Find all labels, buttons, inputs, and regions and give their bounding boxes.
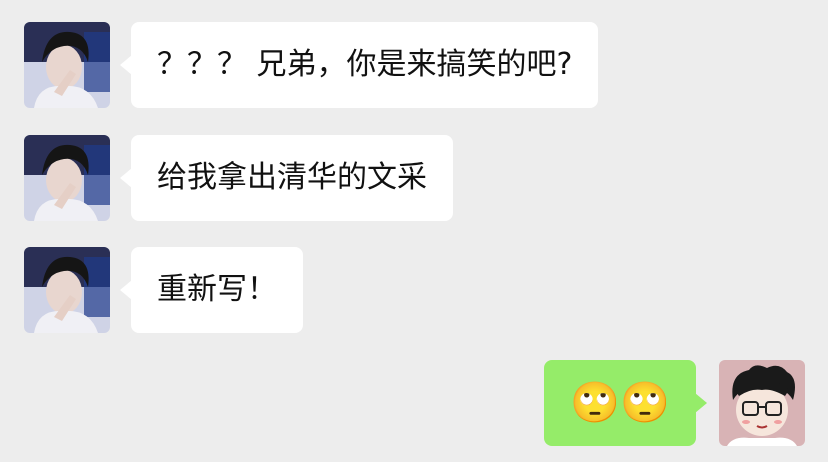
- message-text: 重新写！: [157, 272, 277, 307]
- my-avatar[interactable]: [719, 360, 805, 446]
- emoji-text: 🙄🙄: [570, 380, 670, 426]
- friend-avatar[interactable]: [24, 22, 110, 108]
- message-bubble[interactable]: 重新写！: [120, 247, 303, 333]
- message-text: 给我拿出清华的文采: [157, 160, 427, 195]
- message-text: ？？？ 兄弟，你是来搞笑的吧?: [157, 47, 573, 82]
- message-bubble[interactable]: 给我拿出清华的文采: [120, 135, 453, 221]
- message-bubble[interactable]: ？？？ 兄弟，你是来搞笑的吧?: [119, 22, 599, 108]
- friend-avatar[interactable]: [24, 135, 110, 221]
- friend-avatar[interactable]: [24, 247, 110, 333]
- my-message-bubble[interactable]: 🙄🙄: [544, 360, 707, 446]
